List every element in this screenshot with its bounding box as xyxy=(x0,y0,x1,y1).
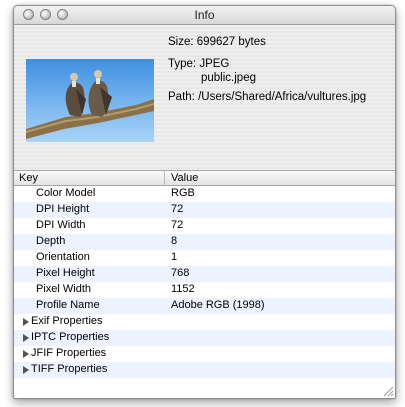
row-key: Color Model xyxy=(36,187,96,199)
row-key: Orientation xyxy=(36,251,90,263)
disclosure-triangle-icon[interactable] xyxy=(23,318,29,326)
row-value: 72 xyxy=(171,219,184,231)
group-row-jfif[interactable]: JFIF Properties xyxy=(14,346,395,362)
group-label: IPTC Properties xyxy=(31,331,110,343)
table-row[interactable]: Pixel Width 1152 xyxy=(14,282,395,298)
row-value: 72 xyxy=(171,203,184,215)
group-label: Exif Properties xyxy=(31,315,103,327)
properties-table: Key Value Color Model RGB DPI Height 72 … xyxy=(14,171,395,398)
row-key: Pixel Width xyxy=(36,283,92,295)
row-key: Depth xyxy=(36,235,66,247)
size-value: 699627 bytes xyxy=(196,36,266,48)
row-key: DPI Height xyxy=(36,203,90,215)
row-value: 768 xyxy=(171,267,190,279)
window-title: Info xyxy=(194,8,215,22)
type-uti: public.jpeg xyxy=(201,72,256,84)
path-value: /Users/Shared/Africa/vultures.jpg xyxy=(198,91,367,103)
group-row-tiff[interactable]: TIFF Properties xyxy=(14,362,395,378)
group-label: TIFF Properties xyxy=(31,363,108,375)
size-label: Size: xyxy=(168,36,194,48)
group-row-iptc[interactable]: IPTC Properties xyxy=(14,330,395,346)
row-key: Pixel Height xyxy=(36,267,95,279)
type-value: JPEG xyxy=(199,58,230,70)
table-row[interactable]: DPI Width 72 xyxy=(14,218,395,234)
row-value: 1152 xyxy=(171,283,195,295)
table-row[interactable]: Orientation 1 xyxy=(14,250,395,266)
info-window: Info Size: 699627 bytes Type: JPEG publi… xyxy=(13,5,396,399)
table-body: Color Model RGB DPI Height 72 DPI Width … xyxy=(14,186,395,378)
disclosure-triangle-icon[interactable] xyxy=(23,350,29,358)
size-row: Size: 699627 bytes xyxy=(168,36,266,48)
table-row[interactable]: Pixel Height 768 xyxy=(14,266,395,282)
table-row[interactable]: Color Model RGB xyxy=(14,186,395,202)
file-summary-panel: Size: 699627 bytes Type: JPEG public.jpe… xyxy=(14,25,395,171)
row-key: Profile Name xyxy=(36,299,100,311)
disclosure-triangle-icon[interactable] xyxy=(23,366,29,374)
row-key: DPI Width xyxy=(36,219,86,231)
path-row: Path: /Users/Shared/Africa/vultures.jpg xyxy=(168,91,366,103)
row-value: 8 xyxy=(171,235,178,247)
column-header-key[interactable]: Key xyxy=(19,172,38,184)
table-header: Key Value xyxy=(14,171,395,186)
row-value: 1 xyxy=(171,251,178,263)
row-value: RGB xyxy=(171,187,195,199)
group-row-exif[interactable]: Exif Properties xyxy=(14,314,395,330)
table-row[interactable]: Depth 8 xyxy=(14,234,395,250)
type-label: Type: xyxy=(168,58,197,70)
group-label: JFIF Properties xyxy=(31,347,107,359)
table-row[interactable]: DPI Height 72 xyxy=(14,202,395,218)
type-row: Type: JPEG xyxy=(168,58,229,70)
disclosure-triangle-icon[interactable] xyxy=(23,334,29,342)
image-thumbnail xyxy=(26,59,154,142)
path-label: Path: xyxy=(168,91,195,103)
resize-grip-icon[interactable] xyxy=(382,385,394,397)
row-value: Adobe RGB (1998) xyxy=(171,299,265,311)
column-header-value[interactable]: Value xyxy=(171,172,198,184)
column-divider[interactable] xyxy=(164,171,165,185)
title-bar[interactable]: Info xyxy=(14,6,395,25)
table-row[interactable]: Profile Name Adobe RGB (1998) xyxy=(14,298,395,314)
